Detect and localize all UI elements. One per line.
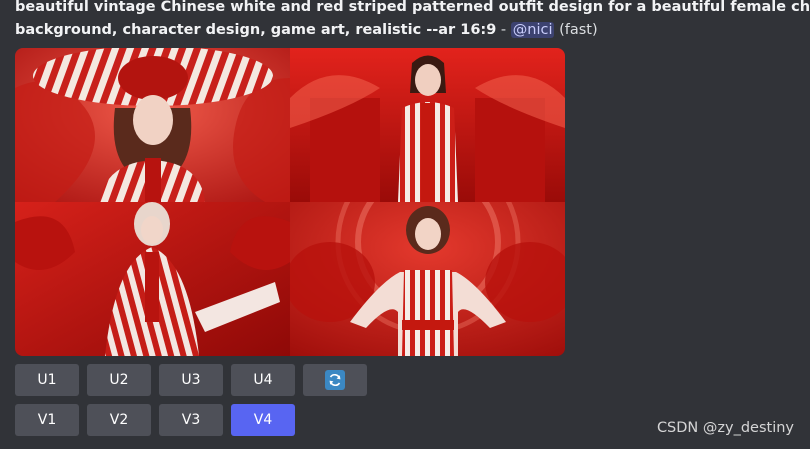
variation-button-v1[interactable]: V1	[15, 404, 79, 436]
variation-button-row: V1 V2 V3 V4	[15, 404, 295, 436]
user-mention[interactable]: @nici	[510, 22, 555, 38]
grid-image-3[interactable]	[15, 202, 290, 356]
reroll-icon	[325, 370, 345, 390]
grid-image-4[interactable]	[290, 202, 565, 356]
prompt-text: beautiful vintage Chinese white and red …	[15, 0, 810, 42]
speed-label: (fast)	[559, 22, 598, 38]
variation-button-v2[interactable]: V2	[87, 404, 151, 436]
variation-button-v4[interactable]: V4	[231, 404, 295, 436]
variation-button-v3[interactable]: V3	[159, 404, 223, 436]
upscale-button-u2[interactable]: U2	[87, 364, 151, 396]
watermark: CSDN @zy_destiny	[656, 420, 794, 436]
prompt-line-2: background, character design, game art, …	[15, 22, 497, 38]
midjourney-message: beautiful vintage Chinese white and red …	[15, 0, 810, 449]
upscale-button-u1[interactable]: U1	[15, 364, 79, 396]
grid-image-2[interactable]	[290, 48, 565, 202]
prompt-separator: -	[496, 22, 511, 38]
upscale-button-u3[interactable]: U3	[159, 364, 223, 396]
upscale-button-row: U1 U2 U3 U4	[15, 364, 367, 396]
prompt-line-1: beautiful vintage Chinese white and red …	[15, 0, 810, 15]
upscale-button-u4[interactable]: U4	[231, 364, 295, 396]
image-grid[interactable]	[15, 48, 565, 356]
reroll-button[interactable]	[303, 364, 367, 396]
grid-image-1[interactable]	[15, 48, 290, 202]
